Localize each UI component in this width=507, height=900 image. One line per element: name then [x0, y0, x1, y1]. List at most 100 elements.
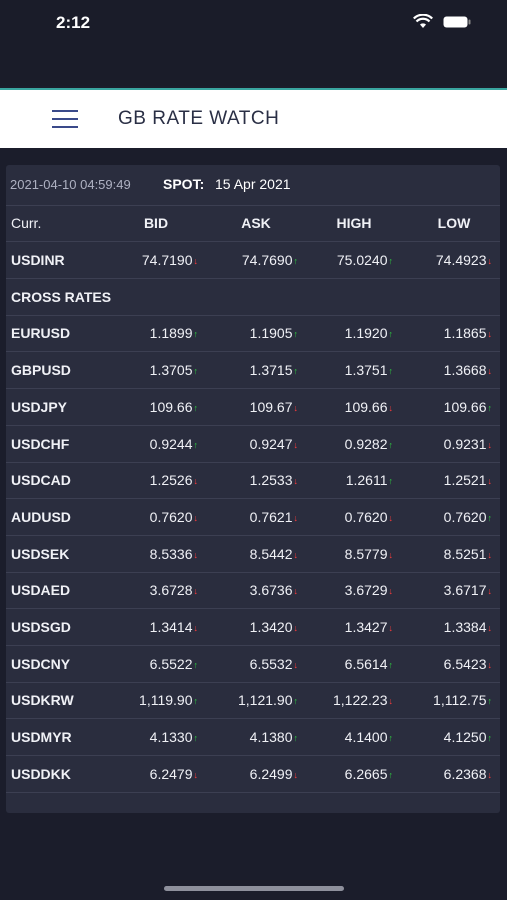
table-row: AUDUSD 0.7620↓ 0.7621↓ 0.7620↓ 0.7620↑ [6, 499, 500, 536]
currency-pair: USDCNY [11, 655, 71, 672]
currency-pair: USDMYR [11, 729, 72, 746]
home-indicator [164, 886, 344, 891]
timestamp: 2021-04-10 04:59:49 [10, 177, 131, 192]
low-value: 109.66↑ [443, 398, 493, 415]
col-header-ask: ASK [241, 215, 271, 231]
bid-value: 3.6728↓ [149, 582, 198, 599]
low-value: 1.1865↓ [443, 325, 493, 342]
arrow-up-icon: ↑ [487, 402, 493, 413]
bid-value: 1.3705↑ [149, 362, 198, 379]
table-row: USDCAD 1.2526↓ 1.2533↓ 1.2611↑ 1.2521↓ [6, 462, 500, 500]
col-header-high: HIGH [336, 215, 372, 231]
table-row: USDDKK 6.2479↓ 6.2499↓ 6.2665↑ 6.2368↓ [6, 756, 500, 793]
arrow-up-icon: ↑ [487, 512, 493, 523]
low-value: 6.2368↓ [443, 765, 493, 782]
currency-pair: USDINR [11, 252, 65, 268]
arrow-down-icon: ↓ [487, 439, 493, 450]
wifi-icon [413, 14, 433, 28]
hamburger-menu-icon[interactable] [52, 110, 78, 128]
table-header: Curr. BID ASK HIGH LOW [6, 205, 500, 242]
low-value: 1.2521↓ [443, 472, 493, 489]
arrow-down-icon: ↓ [487, 769, 493, 780]
bid-value: 1.2526↓ [149, 472, 198, 489]
col-header-bid: BID [143, 215, 169, 231]
currency-pair: USDDKK [11, 765, 71, 782]
bid-value: 0.9244↑ [149, 435, 198, 452]
high-value: 8.5779↓ [344, 545, 393, 562]
currency-pair: USDJPY [11, 398, 68, 415]
high-value: 4.1400↑ [344, 729, 393, 746]
low-value: 1.3668↓ [443, 362, 493, 379]
bid-value: 1,119.90↑ [139, 692, 198, 709]
table-row: USDAED 3.6728↓ 3.6736↓ 3.6729↓ 3.6717↓ [6, 572, 500, 610]
table-row: USDSEK 8.5336↓ 8.5442↓ 8.5779↓ 8.5251↓ [6, 536, 500, 573]
low-value: 4.1250↑ [443, 729, 493, 746]
bid-value: 8.5336↓ [149, 545, 198, 562]
high-value: 0.7620↓ [344, 508, 393, 525]
spot-date: 15 Apr 2021 [215, 176, 291, 192]
rates-card: 2021-04-10 04:59:49 SPOT: 15 Apr 2021 Cu… [6, 165, 500, 813]
high-value: 109.66↓ [344, 398, 393, 415]
low-value: 0.7620↑ [443, 508, 493, 525]
table-row: USDCHF 0.9244↑ 0.9247↓ 0.9282↑ 0.9231↓ [6, 426, 500, 463]
high-value: 6.2665↑ [344, 765, 393, 782]
currency-pair: GBPUSD [11, 362, 71, 379]
bid-value: 6.5522↑ [149, 655, 198, 672]
arrow-down-icon: ↓ [487, 549, 493, 560]
bid-value: 74.7190↓ [141, 252, 198, 268]
high-value: 1.1920↑ [344, 325, 393, 342]
page-title: GB RATE WATCH [118, 108, 280, 129]
table-row: USDMYR 4.1330↑ 4.1380↑ 4.1400↑ 4.1250↑ [6, 719, 500, 757]
currency-pair: USDCAD [11, 472, 71, 489]
currency-pair: USDAED [11, 582, 71, 599]
low-value: 8.5251↓ [443, 545, 493, 562]
bid-value: 1.1899↑ [149, 325, 198, 342]
low-value: 74.4923↓ [435, 252, 493, 268]
spot-label: SPOT: [163, 176, 205, 192]
col-header-curr: Curr. [11, 215, 42, 231]
app-header: GB RATE WATCH [0, 88, 507, 148]
section-header: CROSS RATES [6, 279, 500, 316]
arrow-down-icon: ↓ [487, 329, 493, 340]
table-row: EURUSD 1.1899↑ 1.1905↑ 1.1920↑ 1.1865↓ [6, 315, 500, 353]
arrow-down-icon: ↓ [487, 476, 493, 487]
currency-pair: AUDUSD [11, 508, 71, 525]
status-bar: 2:12 [0, 0, 507, 86]
currency-pair: USDSGD [11, 619, 71, 635]
col-header-low: LOW [437, 215, 471, 231]
bid-value: 0.7620↓ [149, 508, 198, 525]
table-row: USDKRW 1,119.90↑ 1,121.90↑ 1,122.23↓ 1,112.7… [6, 682, 500, 720]
high-value: 1.3751↑ [344, 362, 393, 379]
section-label: CROSS RATES [11, 288, 112, 305]
arrow-up-icon: ↑ [487, 696, 493, 707]
arrow-down-icon: ↓ [487, 623, 493, 633]
bid-value: 1.3414↓ [149, 619, 198, 635]
high-value: 6.5614↑ [344, 655, 393, 672]
battery-icon [443, 16, 471, 28]
bid-value: 6.2479↓ [149, 765, 198, 782]
bid-value: 4.1330↑ [149, 729, 198, 746]
high-value: 1.3427↓ [344, 619, 393, 635]
high-value: 75.0240↑ [336, 252, 393, 268]
status-time: 2:12 [56, 13, 91, 32]
table-row: USDJPY 109.66↑ 109.67↓ 109.66↓ 109.66↑ [6, 389, 500, 426]
table-row: GBPUSD 1.3705↑ 1.3715↑ 1.3751↑ 1.3668↓ [6, 352, 500, 390]
table-row: USDCNY 6.5522↑ 6.5532↓ 6.5614↑ 6.5423↓ [6, 646, 500, 683]
currency-pair: USDSEK [11, 545, 70, 562]
currency-pair: USDCHF [11, 435, 70, 452]
arrow-down-icon: ↓ [487, 256, 493, 266]
low-value: 1.3384↓ [443, 619, 493, 635]
high-value: 1,122.23↓ [333, 692, 393, 709]
low-value: 3.6717↓ [443, 582, 493, 599]
arrow-down-icon: ↓ [487, 586, 493, 597]
low-value: 1,112.75↑ [433, 692, 493, 709]
high-value: 3.6729↓ [344, 582, 393, 599]
meta-row: 2021-04-10 04:59:49 SPOT: 15 Apr 2021 [6, 165, 500, 206]
arrow-down-icon: ↓ [487, 659, 493, 670]
bid-value: 109.66↑ [149, 398, 198, 415]
arrow-up-icon: ↑ [487, 733, 493, 744]
table-row: USDINR 74.7190↓ 74.7690↑ 75.0240↑ 74.4923↓ [6, 242, 500, 279]
high-value: 1.2611↑ [345, 472, 393, 489]
high-value: 0.9282↑ [344, 435, 393, 452]
arrow-down-icon: ↓ [487, 366, 493, 377]
